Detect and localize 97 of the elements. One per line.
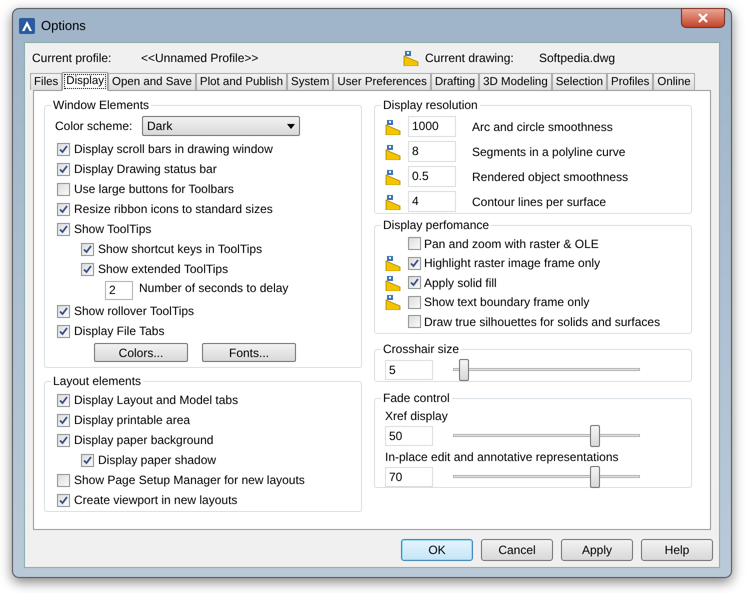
option-label: Create viewport in new layouts	[74, 492, 238, 509]
option-label: Display paper background	[74, 432, 214, 449]
option-label: Apply solid fill	[424, 274, 497, 292]
number-field[interactable]: 1000	[408, 116, 456, 137]
field-label: Color scheme:	[55, 118, 134, 135]
option-label: Show Page Setup Manager for new layouts	[74, 472, 305, 489]
tab[interactable]: Files	[30, 73, 62, 90]
button[interactable]: Help	[641, 539, 713, 561]
slider-label: Xref display	[385, 408, 449, 424]
checkbox[interactable]	[408, 315, 421, 328]
number-field[interactable]: 4	[408, 191, 456, 212]
tab[interactable]: Drafting	[430, 73, 480, 90]
option-label: Display paper shadow	[98, 452, 216, 469]
tab[interactable]: 3D Modeling	[479, 73, 552, 90]
drawing-value: Softpedia.dwg	[539, 50, 616, 66]
drawing-file-icon	[385, 144, 401, 160]
group-title: Fade control	[382, 390, 451, 407]
option-label: Rendered object smoothness	[472, 168, 628, 186]
option-label: Arc and circle smoothness	[472, 118, 613, 136]
close-button[interactable]	[681, 8, 725, 28]
checkbox[interactable]	[408, 237, 421, 250]
drawing-file-icon	[385, 118, 401, 134]
checkbox[interactable]	[57, 142, 70, 156]
checkbox[interactable]	[81, 454, 94, 466]
tab[interactable]: Display	[62, 72, 108, 91]
group-title: Display resolution	[382, 97, 479, 114]
number-field[interactable]: 2	[105, 280, 133, 300]
drawing-file-icon	[403, 50, 419, 66]
tab[interactable]: User Preferences	[333, 73, 431, 90]
slider-label: In-place edit and annotative representations	[385, 449, 620, 465]
tab[interactable]: System	[287, 73, 334, 90]
option-label: Display printable area	[74, 412, 190, 429]
tab[interactable]: Profiles	[607, 73, 654, 90]
slider-thumb[interactable]	[590, 466, 600, 488]
number-field[interactable]: 8	[408, 141, 456, 162]
tab[interactable]: Open and Save	[108, 73, 196, 90]
dropdown-arrow-icon	[287, 124, 295, 128]
drawing-file-icon	[385, 194, 401, 210]
checkbox[interactable]	[57, 182, 70, 196]
drawing-file-icon	[385, 168, 401, 184]
checkbox[interactable]	[57, 162, 70, 176]
slider-thumb[interactable]	[590, 425, 600, 447]
button[interactable]: OK	[401, 539, 473, 561]
option-label: Use large buttons for Toolbars	[74, 181, 234, 198]
group-title: Window Elements	[52, 97, 150, 114]
number-field[interactable]: 0.5	[408, 166, 456, 187]
tab[interactable]: Online	[653, 73, 695, 90]
button[interactable]: Cancel	[481, 539, 553, 561]
color-scheme-dropdown[interactable]: Dark	[142, 116, 300, 136]
number-field[interactable]: 50	[385, 426, 433, 446]
checkbox[interactable]	[408, 276, 421, 290]
app-logo-icon	[19, 18, 35, 34]
tab[interactable]: Selection	[552, 73, 608, 90]
number-field[interactable]: 70	[385, 467, 433, 487]
profile-label: Current profile:	[32, 50, 112, 66]
option-label: Show text boundary frame only	[424, 294, 590, 312]
checkbox[interactable]	[81, 262, 94, 276]
group-title: Display perfomance	[382, 217, 490, 234]
window-title: Options	[41, 16, 86, 35]
option-label: Resize ribbon icons to standard sizes	[74, 201, 273, 218]
option-label: Pan and zoom with raster & OLE	[424, 236, 599, 253]
option-label: Contour lines per surface	[472, 194, 606, 210]
checkbox[interactable]	[81, 242, 94, 256]
close-icon	[698, 13, 708, 23]
group-title: Layout elements	[52, 373, 142, 390]
option-label: Number of seconds to delay	[139, 280, 288, 296]
option-label: Highlight raster image frame only	[424, 255, 600, 272]
button[interactable]: Apply	[561, 539, 633, 561]
checkbox[interactable]	[57, 324, 70, 338]
checkbox[interactable]	[57, 304, 70, 318]
option-label: Show ToolTips	[74, 221, 152, 238]
option-label: Display scroll bars in drawing window	[74, 141, 273, 158]
checkbox[interactable]	[57, 202, 70, 216]
checkbox[interactable]	[57, 394, 70, 406]
checkbox[interactable]	[408, 296, 421, 309]
checkbox[interactable]	[57, 474, 70, 486]
checkbox[interactable]	[57, 414, 70, 426]
option-label: Show shortcut keys in ToolTips	[98, 241, 262, 258]
button[interactable]: Colors...	[94, 343, 188, 362]
checkbox[interactable]	[57, 434, 70, 446]
drawing-label: Current drawing:	[425, 50, 515, 66]
option-label: Segments in a polyline curve	[472, 144, 626, 160]
number-field[interactable]: 5	[385, 360, 433, 380]
checkbox[interactable]	[57, 222, 70, 236]
option-label: Display File Tabs	[74, 323, 164, 340]
slider-thumb[interactable]	[459, 359, 470, 381]
option-label: Show rollover ToolTips	[74, 303, 194, 320]
option-label: Display Drawing status bar	[74, 161, 217, 178]
option-label: Draw true silhouettes for solids and surfaces	[424, 314, 660, 331]
checkbox[interactable]	[408, 256, 421, 270]
group-title: Crosshair size	[382, 341, 460, 358]
tab[interactable]: Plot and Publish	[196, 73, 288, 90]
option-label: Display Layout and Model tabs	[74, 392, 238, 409]
checkbox[interactable]	[57, 494, 70, 506]
option-label: Show extended ToolTips	[98, 261, 228, 278]
button[interactable]: Fonts...	[202, 343, 296, 362]
profile-value: <<Unnamed Profile>>	[141, 50, 260, 66]
